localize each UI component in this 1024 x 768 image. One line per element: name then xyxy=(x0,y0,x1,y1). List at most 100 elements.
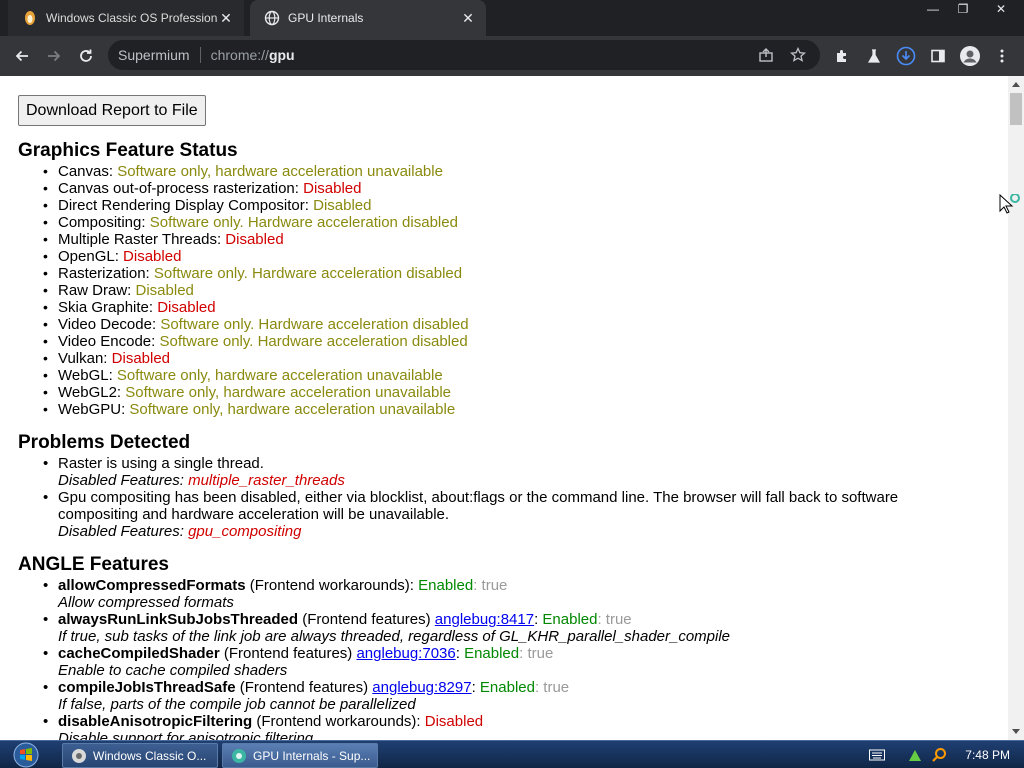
graphics-feature-item: Compositing: Software only. Hardware acc… xyxy=(18,214,469,231)
address-bar[interactable]: Supermium chrome:// gpu xyxy=(108,40,820,70)
disabled-features-label: Disabled Features: xyxy=(58,523,189,540)
vertical-scrollbar[interactable] xyxy=(1008,76,1024,740)
angle-feature-item: alwaysRunLinkSubJobsThreaded (Frontend f… xyxy=(18,611,978,645)
angle-feature-description: If true, sub tasks of the link job are a… xyxy=(58,628,731,645)
url-scheme: chrome:// xyxy=(210,47,269,63)
disabled-feature-value: multiple_raster_threads xyxy=(188,472,345,489)
app-icon xyxy=(231,748,247,764)
graphics-feature-item: Multiple Raster Threads: Disabled xyxy=(18,231,469,248)
search-icon[interactable] xyxy=(931,747,947,763)
angle-feature-item: allowCompressedFormats (Frontend workaro… xyxy=(18,577,978,611)
angle-feature-item: cacheCompiledShader (Frontend features) … xyxy=(18,645,978,679)
profile-button[interactable] xyxy=(954,40,986,72)
graphics-feature-item: Skia Graphite: Disabled xyxy=(18,299,469,316)
start-button[interactable] xyxy=(4,741,48,768)
restore-button[interactable]: ❐ xyxy=(948,0,978,18)
back-button[interactable] xyxy=(6,40,38,72)
graphics-feature-item: Canvas out-of-process rasterization: Dis… xyxy=(18,180,469,197)
graphics-feature-item: Video Encode: Software only. Hardware ac… xyxy=(18,333,469,350)
share-button[interactable] xyxy=(750,39,782,71)
problem-text: Raster is using a single thread. xyxy=(58,455,264,472)
app-icon xyxy=(71,748,87,764)
graphics-feature-item: Vulkan: Disabled xyxy=(18,350,469,367)
side-panel-button[interactable] xyxy=(922,40,954,72)
tab-strip: Windows Classic OS Professional ✕ GPU In… xyxy=(0,0,1024,36)
globe-icon xyxy=(264,10,280,26)
reload-button[interactable] xyxy=(70,40,102,72)
minimize-button[interactable]: — xyxy=(918,0,948,18)
angle-feature-description: Enable to cache compiled shaders xyxy=(58,662,288,679)
close-window-button[interactable]: ✕ xyxy=(978,0,1024,18)
url-host: gpu xyxy=(268,47,295,63)
problem-item: Raster is using a single thread. Disable… xyxy=(18,455,978,489)
angle-features-heading: ANGLE Features xyxy=(18,554,169,575)
address-separator xyxy=(199,47,201,63)
problems-detected-heading: Problems Detected xyxy=(18,432,191,453)
fox-favicon-icon xyxy=(22,10,38,26)
problem-text: Gpu compositing has been disabled, eithe… xyxy=(58,489,899,523)
puzzle-icon xyxy=(837,50,846,62)
anglebug-link[interactable]: anglebug:8417 xyxy=(435,611,534,628)
angle-feature-description: Allow compressed formats xyxy=(58,594,234,611)
anglebug-link[interactable]: anglebug:8297 xyxy=(372,679,471,696)
tab-close-icon[interactable]: ✕ xyxy=(460,10,476,26)
kebab-menu-icon xyxy=(1000,49,1004,63)
graphics-feature-item: WebGPU: Software only, hardware accelera… xyxy=(18,401,469,418)
window-controls: — ❐ ✕ xyxy=(918,0,1024,20)
tab-title: GPU Internals xyxy=(288,11,364,25)
share-icon xyxy=(759,48,773,62)
flask-icon xyxy=(867,49,881,63)
site-chip[interactable]: Supermium xyxy=(118,47,190,63)
system-tray: 7:48 PM xyxy=(869,741,1024,768)
tab-title: Windows Classic OS Professional xyxy=(46,11,218,25)
extensions-button[interactable] xyxy=(826,40,858,72)
avatar-icon xyxy=(960,46,980,66)
tab-windows-classic[interactable]: Windows Classic OS Professional ✕ xyxy=(8,0,244,36)
graphics-feature-item: Canvas: Software only, hardware accelera… xyxy=(18,163,469,180)
problem-item: Gpu compositing has been disabled, eithe… xyxy=(18,489,978,540)
scrollbar-thumb[interactable] xyxy=(1010,93,1022,125)
forward-button[interactable] xyxy=(38,40,70,72)
tab-close-icon[interactable]: ✕ xyxy=(218,10,234,26)
angle-feature-description: If false, parts of the compile job canno… xyxy=(58,696,416,713)
graphics-feature-status-heading: Graphics Feature Status xyxy=(18,140,238,161)
back-arrow-icon xyxy=(15,50,28,62)
angle-feature-description: Disable support for anisotropic filterin… xyxy=(58,730,314,740)
keyboard-icon[interactable] xyxy=(869,747,886,763)
anglebug-link[interactable]: anglebug:7036 xyxy=(356,645,455,662)
taskbar-item-gpu-internals[interactable]: GPU Internals - Sup... xyxy=(222,743,378,768)
tab-gpu-internals[interactable]: GPU Internals ✕ xyxy=(250,0,486,36)
bookmark-star-button[interactable] xyxy=(782,39,814,71)
toolbar-right xyxy=(826,40,1018,72)
labs-button[interactable] xyxy=(858,40,890,72)
angle-features-list: allowCompressedFormats (Frontend workaro… xyxy=(18,577,978,740)
reload-icon xyxy=(80,49,92,62)
taskbar-item-windows-classic[interactable]: Windows Classic O... xyxy=(62,743,218,768)
network-icon[interactable] xyxy=(907,747,923,763)
download-report-button[interactable]: Download Report to File xyxy=(18,95,206,126)
graphics-feature-item: Direct Rendering Display Compositor: Dis… xyxy=(18,197,469,214)
scroll-down-arrow-icon[interactable] xyxy=(1012,729,1020,734)
taskbar-item-label: Windows Classic O... xyxy=(93,748,207,763)
disabled-feature-value: gpu_compositing xyxy=(188,523,302,540)
clock[interactable]: 7:48 PM xyxy=(965,748,1010,762)
taskbar: Windows Classic O... GPU Internals - Sup… xyxy=(0,740,1024,768)
mouse-cursor-icon xyxy=(999,193,1024,225)
scroll-up-arrow-icon[interactable] xyxy=(1012,82,1020,87)
graphics-feature-item: WebGL2: Software only, hardware accelera… xyxy=(18,384,469,401)
menu-button[interactable] xyxy=(986,40,1018,72)
downloads-button[interactable] xyxy=(890,40,922,72)
windows-orb-icon xyxy=(13,742,39,768)
disabled-features-label: Disabled Features: xyxy=(58,472,189,489)
browser-toolbar: Supermium chrome:// gpu xyxy=(0,36,1024,76)
graphics-feature-item: Rasterization: Software only. Hardware a… xyxy=(18,265,469,282)
taskbar-item-label: GPU Internals - Sup... xyxy=(253,748,371,763)
problems-list: Raster is using a single thread. Disable… xyxy=(18,455,978,540)
screen: Windows Classic OS Professional ✕ GPU In… xyxy=(0,0,1024,768)
download-circle-icon xyxy=(896,46,916,66)
graphics-feature-item: OpenGL: Disabled xyxy=(18,248,469,265)
page-content: Download Report to File Graphics Feature… xyxy=(0,76,1008,740)
side-panel-icon xyxy=(931,49,945,63)
angle-feature-item: disableAnisotropicFiltering (Frontend wo… xyxy=(18,713,978,740)
graphics-feature-item: WebGL: Software only, hardware accelerat… xyxy=(18,367,469,384)
